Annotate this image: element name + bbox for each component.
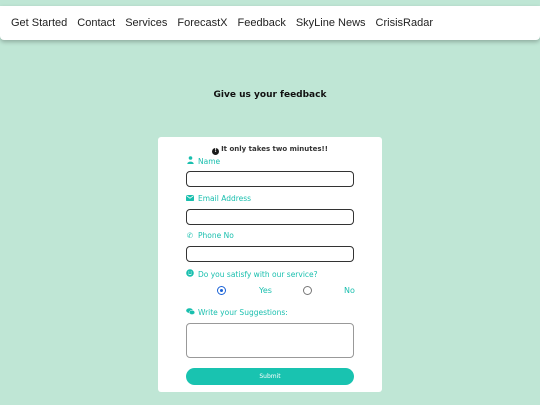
form-note-text: It only takes two minutes!! bbox=[221, 145, 328, 153]
phone-label: ✆ Phone No bbox=[186, 231, 234, 240]
satisfy-label: Do you satisfy with our service? bbox=[186, 269, 318, 279]
yes-label: Yes bbox=[259, 286, 272, 295]
yes-radio[interactable] bbox=[217, 286, 226, 295]
feedback-form-card: ! It only takes two minutes!! Name Email … bbox=[158, 137, 382, 392]
smile-icon bbox=[186, 269, 194, 279]
email-input[interactable] bbox=[186, 209, 354, 225]
nav-skyline-news[interactable]: SkyLine News bbox=[296, 17, 366, 29]
exclamation-circle-icon: ! bbox=[212, 148, 220, 155]
nav-feedback[interactable]: Feedback bbox=[238, 17, 286, 29]
comments-icon bbox=[186, 308, 196, 317]
phone-input[interactable] bbox=[186, 246, 354, 262]
form-note: ! It only takes two minutes!! bbox=[158, 145, 382, 155]
envelope-icon bbox=[186, 194, 194, 203]
nav-services[interactable]: Services bbox=[125, 17, 167, 29]
nav-get-started[interactable]: Get Started bbox=[11, 17, 67, 29]
name-input[interactable] bbox=[186, 171, 354, 187]
nav-forecastx[interactable]: ForecastX bbox=[177, 17, 227, 29]
submit-button[interactable]: Submit bbox=[186, 368, 354, 385]
no-label: No bbox=[344, 286, 355, 295]
name-label: Name bbox=[186, 156, 220, 166]
name-label-text: Name bbox=[198, 156, 221, 166]
page-title: Give us your feedback bbox=[213, 90, 327, 100]
email-label: Email Address bbox=[186, 194, 251, 203]
email-label-text: Email Address bbox=[198, 194, 252, 203]
satisfy-label-text: Do you satisfy with our service? bbox=[198, 269, 318, 279]
suggestions-label: Write your Suggestions: bbox=[186, 308, 288, 317]
suggestions-textarea[interactable] bbox=[186, 323, 354, 358]
satisfaction-options: Yes No bbox=[158, 285, 382, 297]
suggestions-label-text: Write your Suggestions: bbox=[198, 308, 288, 317]
phone-label-text: Phone No bbox=[198, 231, 234, 240]
nav-contact[interactable]: Contact bbox=[77, 17, 115, 29]
nav-crisisradar[interactable]: CrisisRadar bbox=[376, 17, 433, 29]
no-radio[interactable] bbox=[303, 286, 312, 295]
phone-icon: ✆ bbox=[186, 231, 194, 240]
user-icon bbox=[186, 156, 194, 166]
navbar: Get Started Contact Services ForecastX F… bbox=[0, 6, 540, 40]
